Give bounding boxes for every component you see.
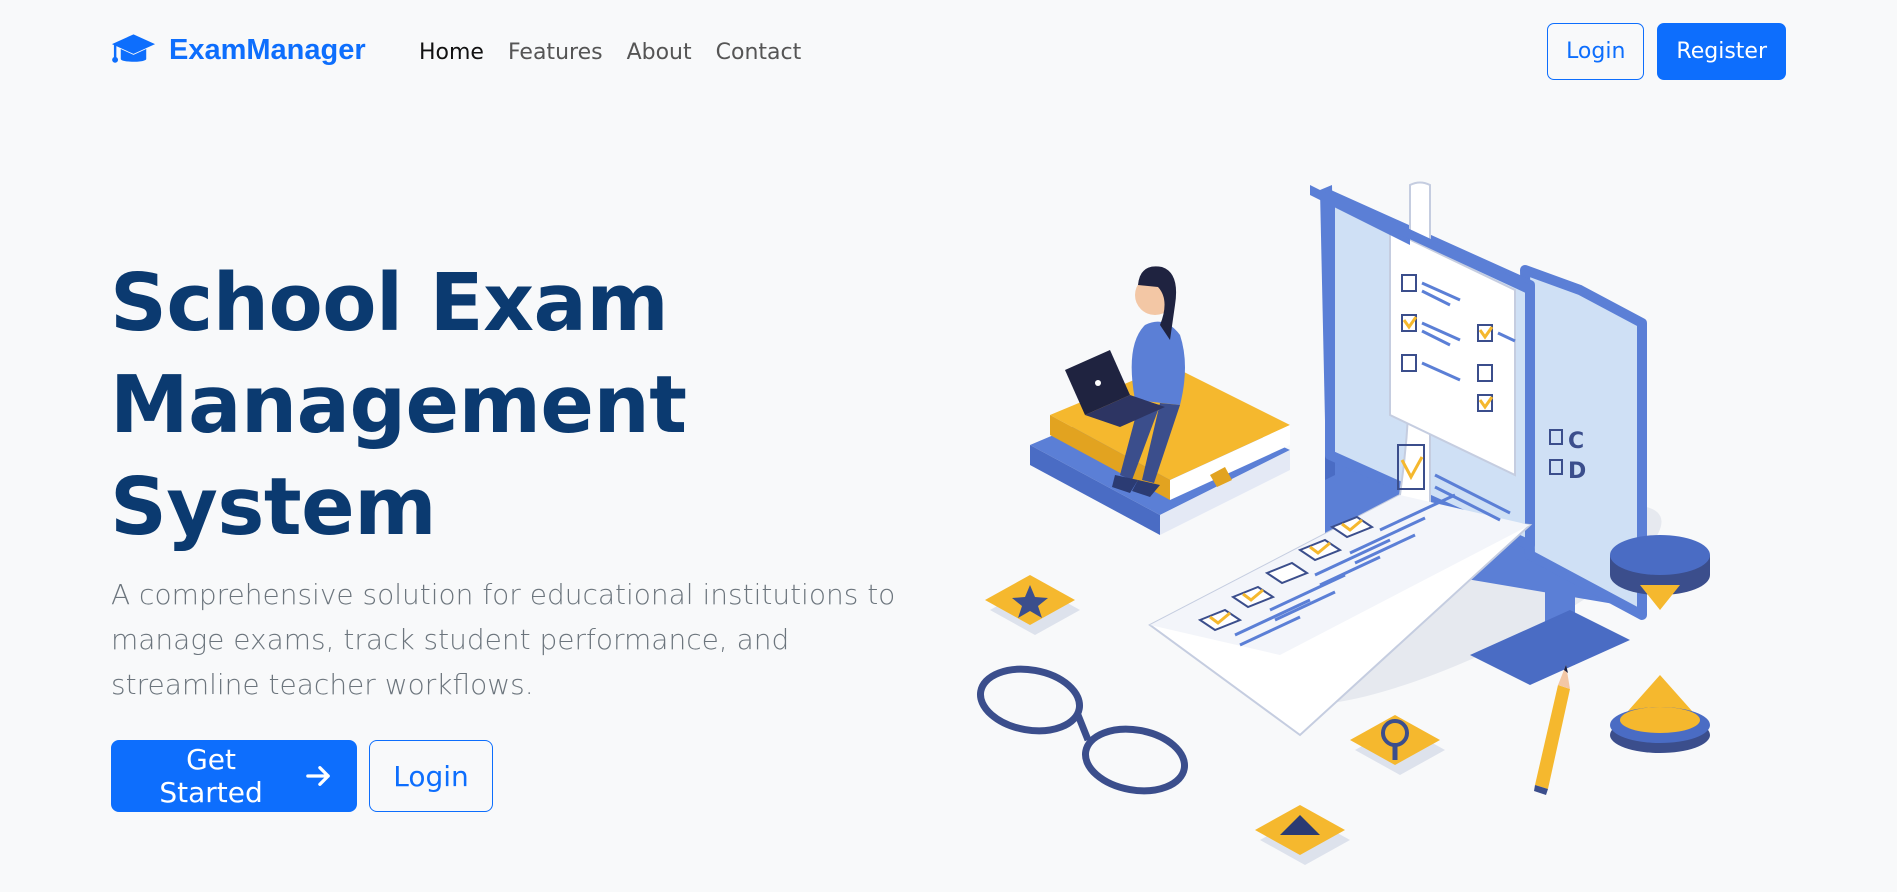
star-tile-icon	[985, 575, 1080, 635]
hero-actions: Get Started Login	[111, 740, 493, 812]
get-started-button[interactable]: Get Started	[111, 740, 357, 812]
magnifier-tile-icon	[1350, 715, 1445, 775]
hero-title: School Exam Management System	[110, 252, 930, 558]
nav-login-button[interactable]: Login	[1547, 23, 1645, 80]
hero-login-button[interactable]: Login	[369, 740, 493, 812]
hero-title-line-2: Management	[110, 359, 687, 451]
brand-name: ExamManager	[169, 33, 366, 66]
nav-link-contact[interactable]: Contact	[704, 36, 814, 69]
landing-page: ExamManager Home Features About Contact …	[0, 0, 1897, 892]
woman-on-books-illustration	[1030, 266, 1290, 535]
pencil-icon	[1534, 665, 1570, 795]
nav-auth-buttons: Login Register	[1547, 23, 1786, 80]
main-nav: Home Features About Contact	[407, 36, 813, 69]
get-started-label: Get Started	[159, 743, 263, 809]
play-tile-icon	[1255, 805, 1350, 865]
exam-illustration: C D	[976, 181, 1710, 865]
nav-register-button[interactable]: Register	[1657, 23, 1786, 80]
nav-link-about[interactable]: About	[615, 36, 704, 69]
monitor-letter-c: C	[1568, 429, 1584, 454]
glasses-icon	[976, 665, 1189, 795]
hero-subtitle: A comprehensive solution for educational…	[111, 578, 896, 701]
hero-title-line-3: System	[110, 461, 437, 553]
graduation-cap-icon	[111, 34, 156, 63]
nav-link-home[interactable]: Home	[407, 36, 496, 69]
hourglass-icon	[1610, 535, 1710, 753]
monitor-letter-d: D	[1568, 459, 1586, 484]
navbar: ExamManager Home Features About Contact …	[0, 0, 1897, 106]
brand-logo-link[interactable]: ExamManager	[110, 32, 366, 68]
nav-link-features[interactable]: Features	[496, 36, 615, 69]
arrow-right-icon	[306, 766, 330, 786]
hero-title-line-1: School Exam	[110, 257, 669, 349]
